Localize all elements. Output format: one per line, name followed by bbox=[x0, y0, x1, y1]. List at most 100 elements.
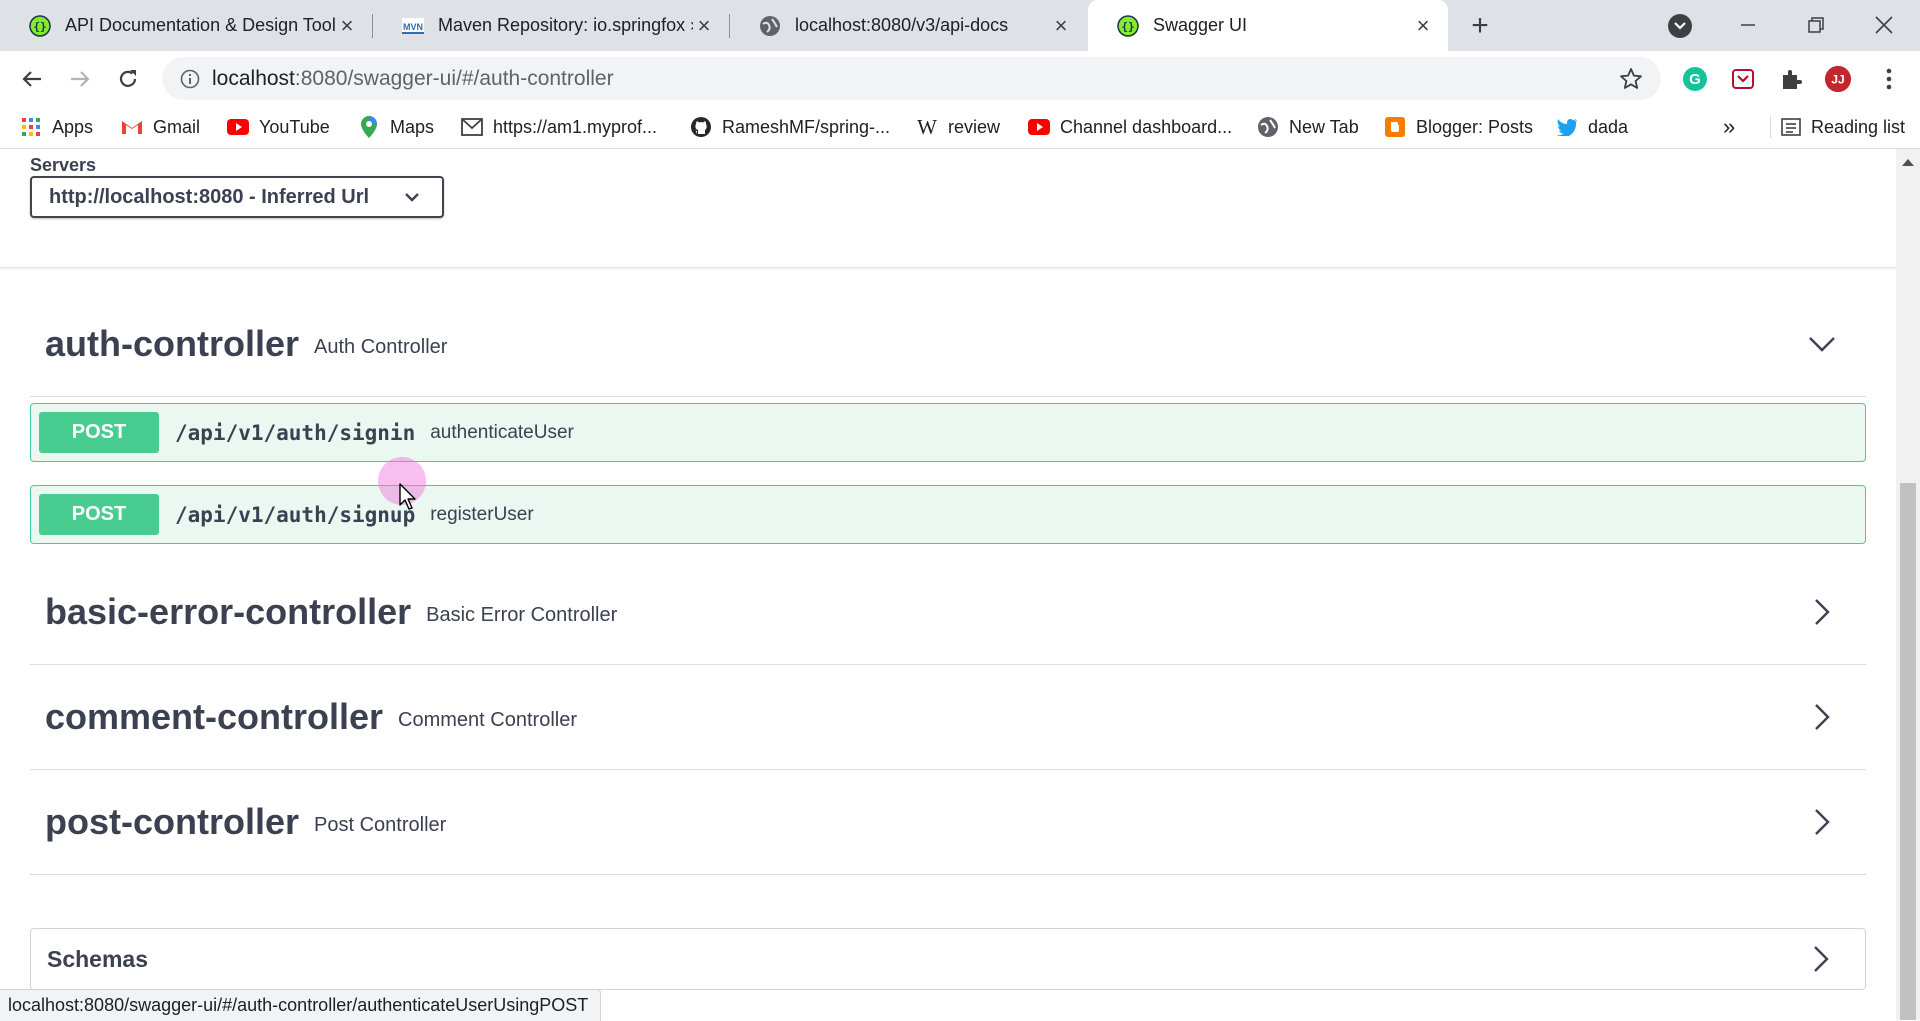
bookmark-label: Gmail bbox=[153, 116, 201, 137]
maps-pin-icon bbox=[358, 116, 380, 138]
schemas-title: Schemas bbox=[47, 945, 149, 972]
back-arrow-icon[interactable] bbox=[16, 63, 48, 95]
swagger-page: Servers http://localhost:8080 - Inferred… bbox=[0, 149, 1896, 1020]
tag-description: Post Controller bbox=[314, 813, 447, 836]
bookmark-label: RameshMF/spring-... bbox=[722, 116, 891, 137]
method-badge: POST bbox=[39, 494, 159, 535]
operation-path: /api/v1/auth/signin bbox=[175, 420, 416, 445]
tag-name: auth-controller bbox=[45, 323, 300, 364]
tab-maven-repository[interactable]: MVN Maven Repository: io.springfox » spr… bbox=[373, 0, 729, 51]
method-badge: POST bbox=[39, 412, 159, 453]
bookmark-github[interactable]: RameshMF/spring-... bbox=[690, 114, 890, 140]
mouse-pointer-icon bbox=[399, 483, 416, 510]
extensions-puzzle-icon[interactable] bbox=[1777, 65, 1805, 93]
apps-grid-icon bbox=[20, 116, 42, 138]
tag-name: comment-controller bbox=[45, 696, 384, 737]
bookmark-youtube[interactable]: YouTube bbox=[227, 114, 330, 140]
tag-basic-error-controller[interactable]: basic-error-controller Basic Error Contr… bbox=[30, 560, 1866, 665]
status-bar-url: localhost:8080/swagger-ui/#/auth-control… bbox=[0, 989, 602, 1021]
bookmark-maps[interactable]: Maps bbox=[358, 114, 434, 140]
more-bookmarks-chevron[interactable]: » bbox=[1723, 114, 1735, 140]
reload-icon[interactable] bbox=[112, 63, 144, 95]
bookmark-label: Channel dashboard... bbox=[1060, 116, 1233, 137]
servers-select[interactable]: http://localhost:8080 - Inferred Url bbox=[30, 176, 444, 218]
servers-section: Servers http://localhost:8080 - Inferred… bbox=[0, 149, 1896, 268]
youtube-icon bbox=[1028, 116, 1050, 138]
url-host: localhost bbox=[212, 67, 295, 90]
close-tab-icon[interactable]: × bbox=[336, 13, 358, 38]
tab-search-icon[interactable] bbox=[1668, 14, 1692, 38]
tab-api-docs[interactable]: localhost:8080/v3/api-docs × bbox=[730, 0, 1086, 51]
svg-text:{}: {} bbox=[33, 20, 46, 33]
pocket-icon[interactable] bbox=[1729, 65, 1757, 93]
bookmark-label: Apps bbox=[52, 116, 94, 137]
close-window-icon[interactable] bbox=[1869, 10, 1899, 40]
mvn-icon: MVN bbox=[402, 17, 424, 34]
operation-summary: registerUser bbox=[430, 503, 534, 525]
bookmark-label: dada bbox=[1588, 116, 1629, 137]
close-tab-icon[interactable]: × bbox=[1050, 13, 1072, 38]
tag-auth-controller[interactable]: auth-controller Auth Controller bbox=[30, 292, 1866, 397]
operation-post-signup[interactable]: POST /api/v1/auth/signup registerUser bbox=[30, 485, 1866, 544]
bookmark-label: Maps bbox=[390, 116, 435, 137]
tab-title: API Documentation & Design Tools bbox=[65, 15, 336, 35]
tag-post-controller[interactable]: post-controller Post Controller bbox=[30, 770, 1866, 875]
svg-text:G: G bbox=[1689, 71, 1701, 88]
bookmark-gmail[interactable]: Gmail bbox=[121, 114, 200, 140]
tab-strip: {} API Documentation & Design Tools × MV… bbox=[0, 0, 1920, 51]
bookmark-apps[interactable]: Apps bbox=[20, 114, 93, 140]
chevron-right-icon[interactable] bbox=[1808, 808, 1836, 836]
forward-arrow-icon[interactable] bbox=[64, 63, 96, 95]
chevron-right-icon[interactable] bbox=[1807, 945, 1835, 973]
operation-path: /api/v1/auth/signup bbox=[175, 502, 416, 527]
bookmark-channel-dashboard[interactable]: Channel dashboard... bbox=[1028, 114, 1232, 140]
kebab-menu-icon[interactable] bbox=[1875, 65, 1903, 93]
bookmark-label: https://am1.myprof... bbox=[493, 116, 658, 137]
tag-name: basic-error-controller bbox=[45, 591, 412, 632]
profile-avatar[interactable]: JJ bbox=[1824, 65, 1852, 93]
bookmark-blogger[interactable]: Blogger: Posts bbox=[1384, 114, 1533, 140]
chevron-right-icon[interactable] bbox=[1808, 703, 1836, 731]
tag-description: Auth Controller bbox=[314, 335, 448, 358]
new-tab-icon[interactable]: + bbox=[1466, 9, 1494, 42]
svg-text:{}: {} bbox=[1121, 20, 1134, 33]
wikipedia-icon: W bbox=[917, 114, 937, 139]
schemas-section[interactable]: Schemas bbox=[30, 928, 1866, 990]
close-tab-icon[interactable]: × bbox=[693, 13, 715, 38]
bookmark-dada[interactable]: dada bbox=[1556, 114, 1628, 140]
restore-icon[interactable] bbox=[1801, 10, 1831, 40]
bookmark-new-tab[interactable]: New Tab bbox=[1257, 114, 1359, 140]
bookmarks-bar: Apps Gmail YouTube Maps https://am1.mypr… bbox=[0, 106, 1920, 149]
browser-toolbar: localhost:8080/swagger-ui/#/auth-control… bbox=[0, 51, 1920, 106]
reading-list-button[interactable]: Reading list bbox=[1770, 114, 1905, 140]
scroll-up-arrow-icon[interactable] bbox=[1902, 159, 1914, 166]
url-path: :8080/swagger-ui/#/auth-controller bbox=[294, 67, 614, 90]
chevron-right-icon[interactable] bbox=[1808, 598, 1836, 626]
tab-title: localhost:8080/v3/api-docs bbox=[795, 15, 1009, 35]
servers-label: Servers bbox=[30, 155, 97, 175]
bookmark-label: review bbox=[948, 116, 1001, 137]
page-scrollbar[interactable] bbox=[1896, 149, 1920, 1020]
address-bar[interactable]: localhost:8080/swagger-ui/#/auth-control… bbox=[162, 57, 1661, 100]
chevron-down-icon[interactable] bbox=[1808, 330, 1836, 358]
tab-swagger-ui[interactable]: {} Swagger UI × bbox=[1088, 0, 1448, 51]
tag-comment-controller[interactable]: comment-controller Comment Controller bbox=[30, 665, 1866, 770]
mail-envelope-icon bbox=[461, 116, 483, 138]
bookmark-myprof[interactable]: https://am1.myprof... bbox=[461, 114, 657, 140]
gmail-icon bbox=[121, 116, 143, 138]
info-icon[interactable] bbox=[180, 69, 200, 89]
bookmark-review[interactable]: W review bbox=[916, 114, 1000, 140]
bookmark-star-icon[interactable] bbox=[1619, 67, 1643, 91]
blogger-icon bbox=[1384, 116, 1406, 138]
grammarly-icon[interactable]: G bbox=[1681, 65, 1709, 93]
globe-icon bbox=[1257, 116, 1279, 138]
url-text: localhost:8080/swagger-ui/#/auth-control… bbox=[212, 67, 614, 91]
operation-post-signin[interactable]: POST /api/v1/auth/signin authenticateUse… bbox=[30, 403, 1866, 462]
bookmark-label: YouTube bbox=[259, 116, 330, 137]
twitter-icon bbox=[1556, 116, 1578, 138]
minimize-icon[interactable] bbox=[1733, 10, 1763, 40]
scrollbar-thumb[interactable] bbox=[1900, 483, 1916, 1020]
github-icon bbox=[690, 116, 712, 138]
close-tab-icon[interactable]: × bbox=[1412, 13, 1434, 38]
tab-api-documentation[interactable]: {} API Documentation & Design Tools × bbox=[0, 0, 372, 51]
